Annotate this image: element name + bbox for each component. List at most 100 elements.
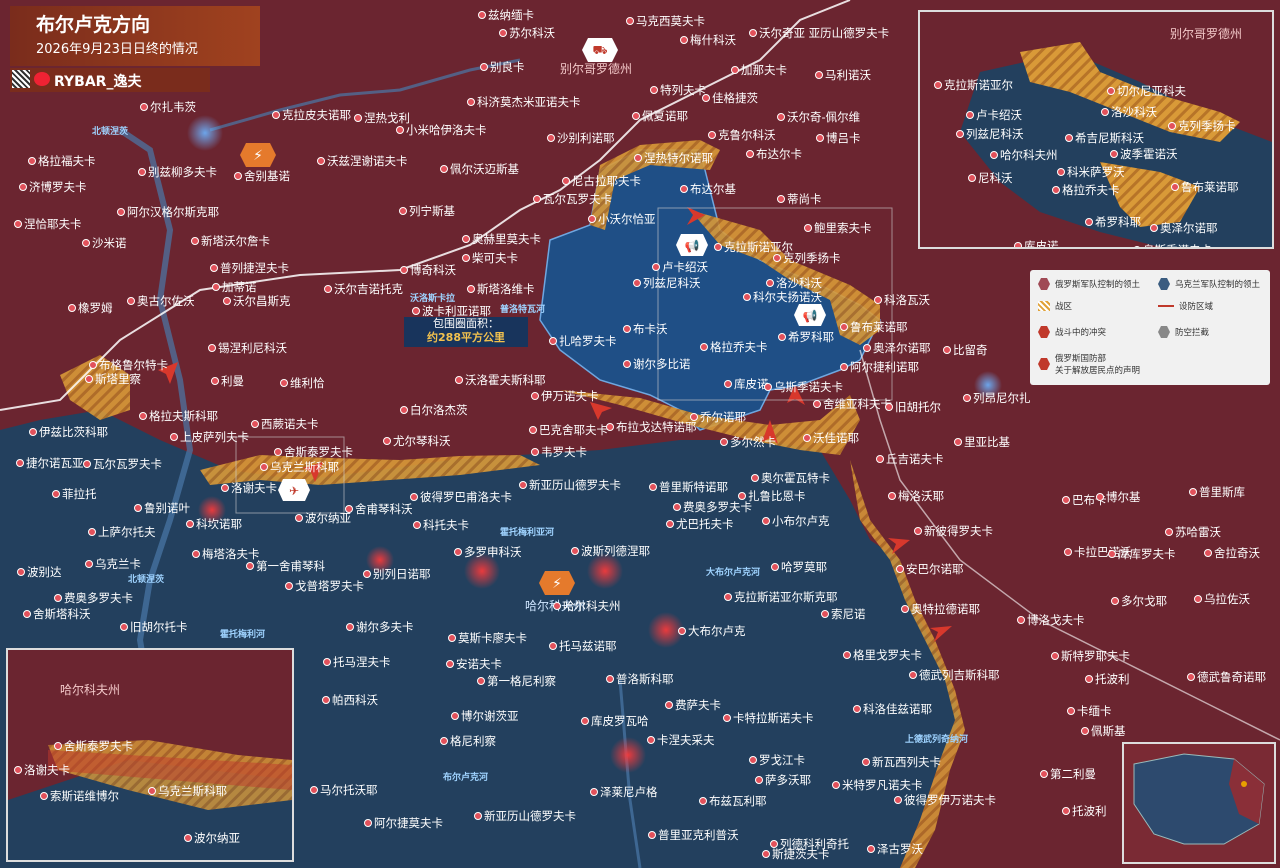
place-113: 尤巴托夫卡 xyxy=(666,517,734,531)
encirclement-note: 包围圈面积： 约288平方公里 xyxy=(404,317,528,347)
place-label: 布格鲁尔特卡 xyxy=(99,358,168,372)
place-label: 安诺夫卡 xyxy=(456,657,502,671)
place-label: 新塔沃尔詹卡 xyxy=(201,234,270,248)
location-pin-icon xyxy=(1165,528,1173,536)
place-label: 普里斯特诺耶 xyxy=(659,480,728,494)
place-label: 洛谢夫卡 xyxy=(231,481,277,495)
location-pin-icon xyxy=(1062,807,1070,815)
place-120: 波斯列德涅耶 xyxy=(571,544,650,558)
location-pin-icon xyxy=(274,448,282,456)
location-pin-icon xyxy=(1168,122,1176,130)
place-155: 科洛佳兹诺耶 xyxy=(853,702,932,716)
place-label: 加蒂诺 xyxy=(222,280,257,294)
qr-code-icon xyxy=(12,70,30,88)
location-pin-icon xyxy=(888,492,896,500)
location-pin-icon xyxy=(1067,707,1075,715)
place-label: 洛沙科沃 xyxy=(776,276,822,290)
place-76: 舍维亚科夫卡 xyxy=(813,397,892,411)
location-pin-icon xyxy=(478,11,486,19)
place-label: 哈尔科夫州 xyxy=(563,599,621,613)
air-defense-legend-icon xyxy=(1158,326,1170,338)
place-label: 托马兹诺耶 xyxy=(559,639,617,653)
location-pin-icon xyxy=(702,94,710,102)
location-pin-icon xyxy=(310,786,318,794)
air-defense-icon: ✈ xyxy=(278,479,310,501)
place-102: 彼得罗巴甫洛夫卡 xyxy=(410,490,512,504)
place-label: 普里亚克利普沃 xyxy=(658,828,739,842)
location-pin-icon xyxy=(499,29,507,37)
line-icon xyxy=(1158,305,1174,307)
place-label: 蒂尚卡 xyxy=(787,192,822,206)
place-62: 奥泽尔诺耶 xyxy=(863,341,931,355)
place-label: 比留奇 xyxy=(953,343,988,357)
location-pin-icon xyxy=(440,165,448,173)
place-141: 莫斯卡廖夫卡 xyxy=(448,631,527,645)
place-label: 阿尔捷利诺耶 xyxy=(850,360,919,374)
location-pin-icon xyxy=(127,297,135,305)
location-pin-icon xyxy=(816,134,824,142)
location-pin-icon xyxy=(467,285,475,293)
place-97: 新亚历山德罗夫卡 xyxy=(519,478,621,492)
location-pin-icon xyxy=(813,400,821,408)
river-label-burluk: 大布尔卢克河 xyxy=(706,566,760,578)
location-pin-icon xyxy=(648,831,656,839)
place-label: 橡罗姆 xyxy=(78,301,113,315)
place-65: 谢尔多比诺 xyxy=(623,357,691,371)
location-pin-icon xyxy=(317,157,325,165)
place-label: 奥泽尔诺耶 xyxy=(873,341,931,355)
place-label: 涅恰耶夫卡 xyxy=(24,217,82,231)
place-135: 舍斯塔科沃 xyxy=(23,607,91,621)
encirclement-label: 包围圈面积： xyxy=(433,317,499,330)
place-171: 新亚历山德罗夫卡 xyxy=(474,809,576,823)
location-pin-icon xyxy=(467,98,475,106)
place-label: 新瓦西列夫卡 xyxy=(872,755,941,769)
place-label: 乌克兰斯科耶 xyxy=(270,460,339,474)
place-21: 小米哈伊洛夫卡 xyxy=(396,123,487,137)
location-pin-icon xyxy=(1108,550,1116,558)
place-label: 维利恰 xyxy=(290,376,325,390)
location-pin-icon xyxy=(1101,108,1109,116)
location-pin-icon xyxy=(571,547,579,555)
place-label: 佳格捷茨 xyxy=(712,91,758,105)
place-label: 鲁布莱诺耶 xyxy=(1181,180,1239,194)
location-pin-icon xyxy=(1017,616,1025,624)
location-pin-icon xyxy=(354,114,362,122)
place-label: 鲁布莱诺耶 xyxy=(850,320,908,334)
place-71: 沃洛霍夫斯科耶 xyxy=(455,373,546,387)
inset-ukraine-overview xyxy=(1122,742,1276,864)
location-pin-icon xyxy=(184,834,192,842)
place-157: 库皮罗瓦哈 xyxy=(581,714,649,728)
place-2: 马克西莫夫卡 xyxy=(626,14,705,28)
location-pin-icon xyxy=(724,380,732,388)
place-label: 哈罗莫耶 xyxy=(781,560,827,574)
place-28: 阿尔汉格尔斯克耶 xyxy=(117,205,219,219)
place-142: 大布尔卢克 xyxy=(678,624,746,638)
location-pin-icon xyxy=(766,279,774,287)
place-11: 沃尔奇-佩尔维 xyxy=(777,110,860,124)
location-pin-icon xyxy=(40,792,48,800)
place-label: 列宁斯基 xyxy=(409,204,455,218)
place-label: 奥古尔佐沃 xyxy=(137,294,195,308)
place-label: 库皮诺 xyxy=(734,377,769,391)
place-label: 普列捷涅夫卡 xyxy=(220,261,289,275)
location-pin-icon xyxy=(762,850,770,858)
place-label: 布兹瓦利耶 xyxy=(709,794,767,808)
place-label: 涅热戈利 xyxy=(364,111,410,125)
place-label: 博尔谢茨亚 xyxy=(461,709,519,723)
place-132: 克拉斯诺亚尔斯克耶 xyxy=(724,590,838,604)
location-pin-icon xyxy=(963,394,971,402)
location-pin-icon xyxy=(272,111,280,119)
place-label: 锡涅利尼科沃 xyxy=(218,341,287,355)
place-78: 格拉夫斯科耶 xyxy=(139,409,218,423)
location-pin-icon xyxy=(943,346,951,354)
location-pin-icon xyxy=(966,111,974,119)
place-label: 新亚历山德罗夫卡 xyxy=(484,809,576,823)
place-label: 波尔纳亚 xyxy=(305,511,351,525)
location-pin-icon xyxy=(54,742,62,750)
place-46: 列兹尼科沃 xyxy=(633,276,701,290)
place-label: 第一格尼利察 xyxy=(487,674,556,688)
place-label: 帕西科沃 xyxy=(332,693,378,707)
hq-icon-tank: ⛟ xyxy=(582,38,618,62)
place-label: 库皮罗瓦哈 xyxy=(591,714,649,728)
location-pin-icon xyxy=(1051,652,1059,660)
